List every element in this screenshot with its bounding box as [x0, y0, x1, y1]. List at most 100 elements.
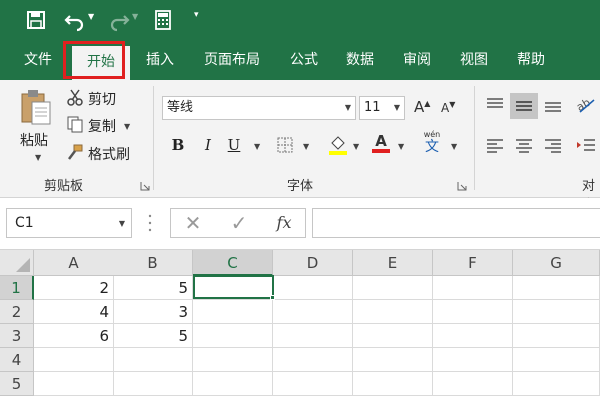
- column-header-e[interactable]: E: [353, 250, 433, 276]
- cell-f4[interactable]: [433, 348, 513, 372]
- copy-dropdown-icon[interactable]: ▼: [124, 122, 130, 131]
- column-header-c[interactable]: C: [193, 250, 273, 276]
- row-header-3[interactable]: 3: [0, 324, 34, 348]
- row-header-2[interactable]: 2: [0, 300, 34, 324]
- cell-d2[interactable]: [273, 300, 353, 324]
- clipboard-launcher-icon[interactable]: [140, 180, 150, 191]
- undo-icon[interactable]: [64, 8, 86, 32]
- cell-c5[interactable]: [193, 372, 273, 396]
- phonetic-guide-icon[interactable]: wén 文: [420, 130, 444, 155]
- cell-e2[interactable]: [353, 300, 433, 324]
- indent-icon[interactable]: [575, 136, 597, 158]
- cell-e3[interactable]: [353, 324, 433, 348]
- paste-dropdown-icon[interactable]: ▼: [35, 153, 41, 162]
- borders-dropdown-icon[interactable]: ▼: [303, 142, 309, 151]
- cell-e1[interactable]: [353, 276, 433, 300]
- cancel-icon[interactable]: ✕: [179, 209, 207, 237]
- tab-view[interactable]: 视图: [450, 40, 498, 80]
- align-bottom-icon[interactable]: [543, 96, 563, 118]
- cell-a2[interactable]: 4: [34, 300, 114, 324]
- cut-button[interactable]: 剪切: [66, 88, 116, 110]
- cell-g2[interactable]: [513, 300, 600, 324]
- cell-e4[interactable]: [353, 348, 433, 372]
- cell-b3[interactable]: 5: [113, 324, 193, 348]
- increase-font-size-icon[interactable]: A▲: [414, 98, 430, 116]
- align-middle-icon[interactable]: [510, 93, 538, 119]
- cell-d5[interactable]: [273, 372, 353, 396]
- select-all-corner[interactable]: [0, 250, 34, 276]
- insert-function-icon[interactable]: fx: [269, 209, 299, 237]
- row-header-5[interactable]: 5: [0, 372, 34, 396]
- paste-button[interactable]: 粘贴: [20, 130, 48, 150]
- font-name-select[interactable]: 等线 ▼: [162, 96, 356, 120]
- underline-button[interactable]: U: [226, 136, 242, 154]
- cell-a1[interactable]: 2: [34, 276, 114, 300]
- undo-dropdown-icon[interactable]: ▼: [88, 12, 94, 36]
- column-header-a[interactable]: A: [34, 250, 114, 276]
- underline-dropdown-icon[interactable]: ▼: [254, 142, 260, 151]
- tab-page-layout[interactable]: 页面布局: [196, 40, 268, 80]
- fill-color-dropdown-icon[interactable]: ▼: [353, 142, 359, 151]
- cell-g4[interactable]: [513, 348, 600, 372]
- borders-icon[interactable]: [276, 136, 294, 158]
- align-top-icon[interactable]: [485, 96, 505, 118]
- cell-f5[interactable]: [433, 372, 513, 396]
- cell-d1[interactable]: [273, 276, 353, 300]
- italic-button[interactable]: I: [200, 136, 216, 154]
- cell-f3[interactable]: [433, 324, 513, 348]
- formula-input[interactable]: [312, 208, 600, 238]
- paste-icon[interactable]: [18, 88, 54, 126]
- align-right-icon[interactable]: [543, 136, 563, 158]
- fill-handle[interactable]: [270, 295, 275, 300]
- customize-toolbar-icon[interactable]: ▾: [194, 10, 199, 34]
- cell-d3[interactable]: [273, 324, 353, 348]
- tab-data[interactable]: 数据: [336, 40, 384, 80]
- resize-handle-icon[interactable]: [148, 212, 152, 234]
- column-header-g[interactable]: G: [513, 250, 600, 276]
- cell-a3[interactable]: 6: [34, 324, 114, 348]
- cell-a5[interactable]: [34, 372, 114, 396]
- cell-g3[interactable]: [513, 324, 600, 348]
- copy-button[interactable]: 复制 ▼: [66, 115, 130, 137]
- cell-b1[interactable]: 5: [113, 276, 193, 300]
- font-color-dropdown-icon[interactable]: ▼: [398, 142, 404, 151]
- cell-a4[interactable]: [34, 348, 114, 372]
- column-header-f[interactable]: F: [433, 250, 513, 276]
- font-color-icon[interactable]: A: [372, 132, 390, 153]
- cell-d4[interactable]: [273, 348, 353, 372]
- tab-formulas[interactable]: 公式: [280, 40, 328, 80]
- tab-file[interactable]: 文件: [12, 40, 64, 80]
- column-header-d[interactable]: D: [273, 250, 353, 276]
- column-header-b[interactable]: B: [113, 250, 193, 276]
- row-header-4[interactable]: 4: [0, 348, 34, 372]
- tab-help[interactable]: 帮助: [507, 40, 555, 80]
- phonetic-dropdown-icon[interactable]: ▼: [451, 142, 457, 151]
- align-center-icon[interactable]: [514, 136, 534, 158]
- enter-icon[interactable]: ✓: [225, 209, 253, 237]
- decrease-font-size-icon[interactable]: A▼: [441, 100, 455, 115]
- text-direction-icon[interactable]: ab: [574, 94, 596, 118]
- row-header-1[interactable]: 1: [0, 276, 34, 300]
- cell-g1[interactable]: [513, 276, 600, 300]
- name-box[interactable]: C1 ▼: [6, 208, 132, 238]
- save-icon[interactable]: [26, 8, 46, 32]
- align-left-icon[interactable]: [485, 136, 505, 158]
- cell-b2[interactable]: 3: [113, 300, 193, 324]
- cell-f2[interactable]: [433, 300, 513, 324]
- cell-c3[interactable]: [193, 324, 273, 348]
- font-size-select[interactable]: 11 ▼: [359, 96, 405, 120]
- bold-button[interactable]: B: [170, 136, 186, 154]
- cell-f1[interactable]: [433, 276, 513, 300]
- font-launcher-icon[interactable]: [457, 180, 467, 191]
- cell-b4[interactable]: [113, 348, 193, 372]
- cell-c4[interactable]: [193, 348, 273, 372]
- tab-review[interactable]: 审阅: [393, 40, 441, 80]
- calculator-icon[interactable]: [154, 8, 172, 32]
- fill-color-icon[interactable]: [328, 133, 348, 159]
- cell-c2[interactable]: [193, 300, 273, 324]
- cell-b5[interactable]: [113, 372, 193, 396]
- cell-g5[interactable]: [513, 372, 600, 396]
- cell-e5[interactable]: [353, 372, 433, 396]
- tab-insert[interactable]: 插入: [136, 40, 184, 80]
- format-painter-button[interactable]: 格式刷: [66, 143, 130, 165]
